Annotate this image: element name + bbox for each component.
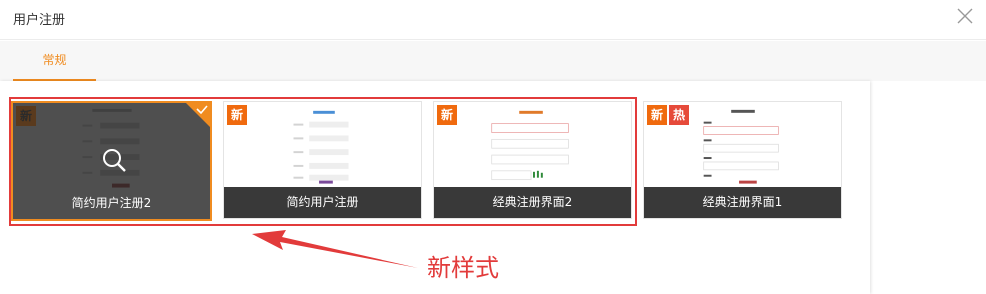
template-card-simple-registration[interactable]: 新 简约用户注册	[223, 101, 422, 219]
tab-bar: 常规	[0, 41, 986, 81]
template-caption: 经典注册界面1	[644, 187, 841, 218]
checkmark-icon	[186, 103, 210, 127]
annotation-text: 新样式	[427, 254, 499, 282]
dialog-title: 用户注册	[13, 13, 66, 28]
template-card-classic-registration-2[interactable]: 新 经典注册界面2	[433, 101, 632, 219]
tab-general[interactable]: 常规	[13, 41, 96, 81]
template-card-classic-registration-1[interactable]: 新 热 经典注册界面1	[643, 101, 842, 219]
template-card-simple-registration-2[interactable]: 新 简约用户注册2	[11, 101, 212, 221]
dialog-header: 用户注册	[0, 0, 986, 40]
search-icon[interactable]	[101, 147, 127, 173]
user-registration-dialog: 用户注册 常规 新 简约用户注册2 新 简约用户注册 新 经典注册界面2 新 热…	[0, 0, 986, 294]
template-caption: 经典注册界面2	[434, 187, 631, 218]
hot-badge: 热	[669, 105, 689, 125]
template-caption: 简约用户注册2	[71, 196, 152, 210]
new-badge: 新	[227, 105, 247, 125]
close-icon[interactable]	[956, 7, 974, 25]
annotation-arrow	[252, 230, 418, 268]
new-badge: 新	[16, 106, 36, 126]
template-caption: 简约用户注册	[224, 187, 421, 218]
new-badge: 新	[647, 105, 667, 125]
new-badge: 新	[437, 105, 457, 125]
